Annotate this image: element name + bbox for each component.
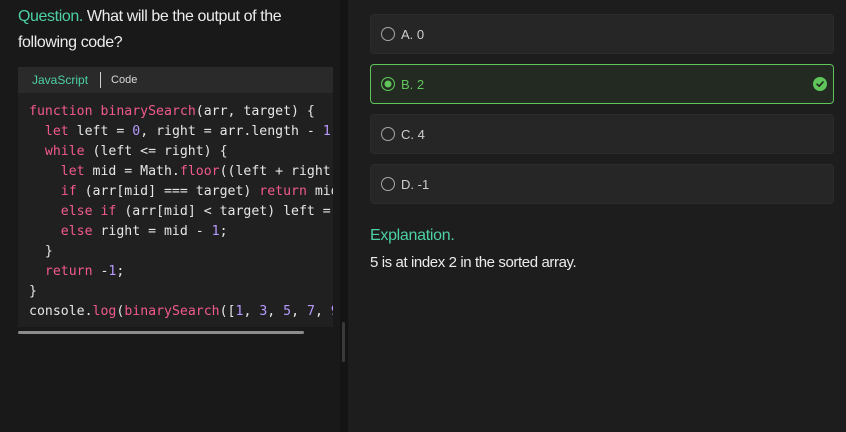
answer-option-label: B. 2 bbox=[401, 76, 425, 92]
quiz-page: Question. What will be the output of the… bbox=[0, 0, 846, 432]
code-block: JavaScript Code function binarySearch(ar… bbox=[18, 67, 333, 327]
panel-resize-handle[interactable] bbox=[342, 322, 345, 362]
tab-javascript[interactable]: JavaScript bbox=[18, 72, 102, 88]
explanation-text: 5 is at index 2 in the sorted array. bbox=[370, 254, 577, 271]
code-line: return -1; bbox=[44, 264, 125, 279]
answer-option[interactable]: B. 2 bbox=[370, 64, 834, 104]
tab-code[interactable]: Code bbox=[101, 74, 137, 86]
radio-button[interactable] bbox=[381, 77, 395, 91]
code-line: let mid = Math.floor((left + right) bbox=[60, 164, 333, 179]
code-horizontal-scrollbar[interactable] bbox=[18, 331, 304, 334]
explanation-title: Explanation. bbox=[370, 227, 455, 244]
answer-option-label: D. -1 bbox=[401, 176, 430, 192]
answer-option-label: A. 0 bbox=[401, 26, 425, 42]
code-line: else right = mid - 1; bbox=[60, 224, 228, 239]
code-line: } bbox=[29, 244, 53, 259]
question-label: Question. bbox=[18, 8, 83, 25]
question-text: Question. What will be the output of the… bbox=[18, 4, 328, 56]
answer-panel: A. 0 B. 2 C. 4 D. -1 Explanation. 5 is at i… bbox=[348, 0, 846, 432]
code-tabs: JavaScript Code bbox=[18, 67, 333, 93]
answer-option[interactable]: A. 0 bbox=[370, 14, 834, 54]
code-line: } bbox=[29, 284, 37, 299]
question-panel: Question. What will be the output of the… bbox=[0, 0, 340, 432]
radio-button[interactable] bbox=[381, 177, 395, 191]
code-line: let left = 0, right = arr.length - 1; bbox=[44, 124, 333, 139]
answer-option[interactable]: C. 4 bbox=[370, 114, 834, 154]
code-content: function binarySearch(arr, target) { let… bbox=[18, 93, 333, 322]
panel-divider[interactable] bbox=[340, 0, 348, 432]
answer-option[interactable]: D. -1 bbox=[370, 164, 834, 204]
radio-button[interactable] bbox=[381, 127, 395, 141]
code-line: console.log(binarySearch([1, 3, 5, 7, 9]… bbox=[29, 304, 333, 319]
code-line: function binarySearch(arr, target) { bbox=[29, 104, 315, 119]
code-line: while (left <= right) { bbox=[44, 144, 228, 159]
radio-button[interactable] bbox=[381, 27, 395, 41]
check-circle-icon bbox=[813, 77, 827, 91]
code-line: else if (arr[mid] < target) left = m bbox=[60, 204, 333, 219]
code-line: if (arr[mid] === target) return mid; bbox=[60, 184, 333, 199]
answer-option-label: C. 4 bbox=[401, 126, 425, 142]
